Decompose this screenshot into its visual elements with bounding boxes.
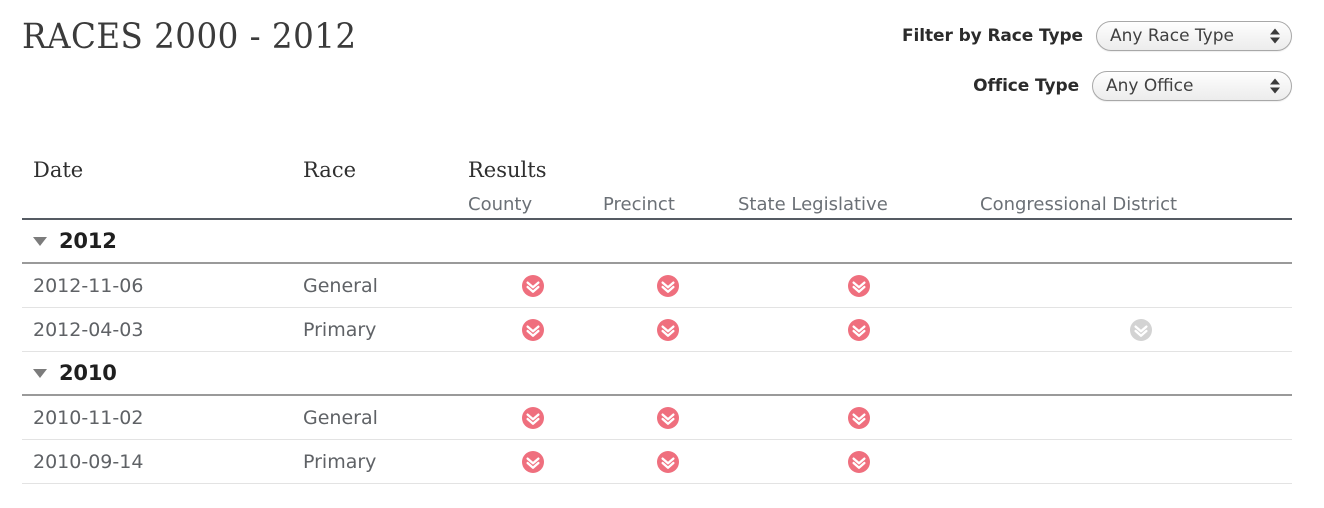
filter-controls: Filter by Race Type Any Race Type Office… [862,18,1292,118]
triangle-up-icon [1270,28,1280,35]
column-subheader-congressional-district: Congressional District [980,194,1178,215]
year-group-row-2010[interactable]: 2010 [22,352,1292,396]
table-header: Date Race Results County Precinct State … [22,150,1292,220]
table-row[interactable]: 2012-04-03 Primary [22,308,1292,352]
download-chevrons-icon-precinct[interactable] [656,274,680,298]
triangle-down-icon [1270,37,1280,44]
download-chevrons-icon-county[interactable] [521,274,545,298]
filter-row-office-type: Office Type Any Office [862,68,1292,104]
stepper-arrows-icon[interactable] [1270,28,1280,44]
download-chevrons-icon-state_legislative[interactable] [847,450,871,474]
cell-date: 2012-04-03 [33,318,144,341]
filter-label-office-type: Office Type [973,76,1079,96]
cell-race: General [303,274,378,297]
column-header-results: Results [468,158,547,182]
column-subheader-precinct: Precinct [603,194,675,215]
office-type-select-value: Any Office [1106,75,1194,96]
download-chevrons-icon-county[interactable] [521,450,545,474]
triangle-down-icon[interactable] [33,236,47,246]
office-type-select[interactable]: Any Office [1092,71,1292,101]
cell-race: General [303,406,378,429]
race-type-select-value: Any Race Type [1110,25,1234,46]
download-chevrons-icon-state_legislative[interactable] [847,318,871,342]
races-table: Date Race Results County Precinct State … [22,150,1292,484]
cell-race: Primary [303,318,377,341]
table-row[interactable]: 2010-11-02 General [22,396,1292,440]
race-type-select[interactable]: Any Race Type [1096,21,1292,51]
year-group-row-2012[interactable]: 2012 [22,220,1292,264]
table-body: 2012 2012-11-06 General 2012-04-03 Primary 20… [22,220,1292,484]
column-subheader-county: County [468,194,533,215]
cell-date: 2010-09-14 [33,450,144,473]
page-title: RACES 2000 - 2012 [22,17,357,57]
download-chevrons-icon-precinct[interactable] [656,406,680,430]
stepper-arrows-icon[interactable] [1270,78,1280,94]
triangle-down-icon[interactable] [33,368,47,378]
download-chevrons-icon-state_legislative[interactable] [847,274,871,298]
cell-race: Primary [303,450,377,473]
year-group-label: 2012 [59,229,117,253]
triangle-down-icon [1270,87,1280,94]
triangle-up-icon [1270,78,1280,85]
download-chevrons-icon-precinct[interactable] [656,318,680,342]
filter-row-race-type: Filter by Race Type Any Race Type [862,18,1292,54]
column-subheader-state-legislative: State Legislative [738,194,888,215]
table-row[interactable]: 2012-11-06 General [22,264,1292,308]
races-page: RACES 2000 - 2012 Filter by Race Type An… [0,0,1324,508]
download-chevrons-icon-county[interactable] [521,406,545,430]
column-header-date: Date [33,158,84,182]
year-group-label: 2010 [59,361,117,385]
filter-label-race-type: Filter by Race Type [902,26,1083,46]
cell-date: 2010-11-02 [33,406,144,429]
column-header-race: Race [303,158,357,182]
table-row[interactable]: 2010-09-14 Primary [22,440,1292,484]
download-chevrons-icon-county[interactable] [521,318,545,342]
download-chevrons-icon-congressional_district [1129,318,1153,342]
cell-date: 2012-11-06 [33,274,144,297]
download-chevrons-icon-state_legislative[interactable] [847,406,871,430]
download-chevrons-icon-precinct[interactable] [656,450,680,474]
